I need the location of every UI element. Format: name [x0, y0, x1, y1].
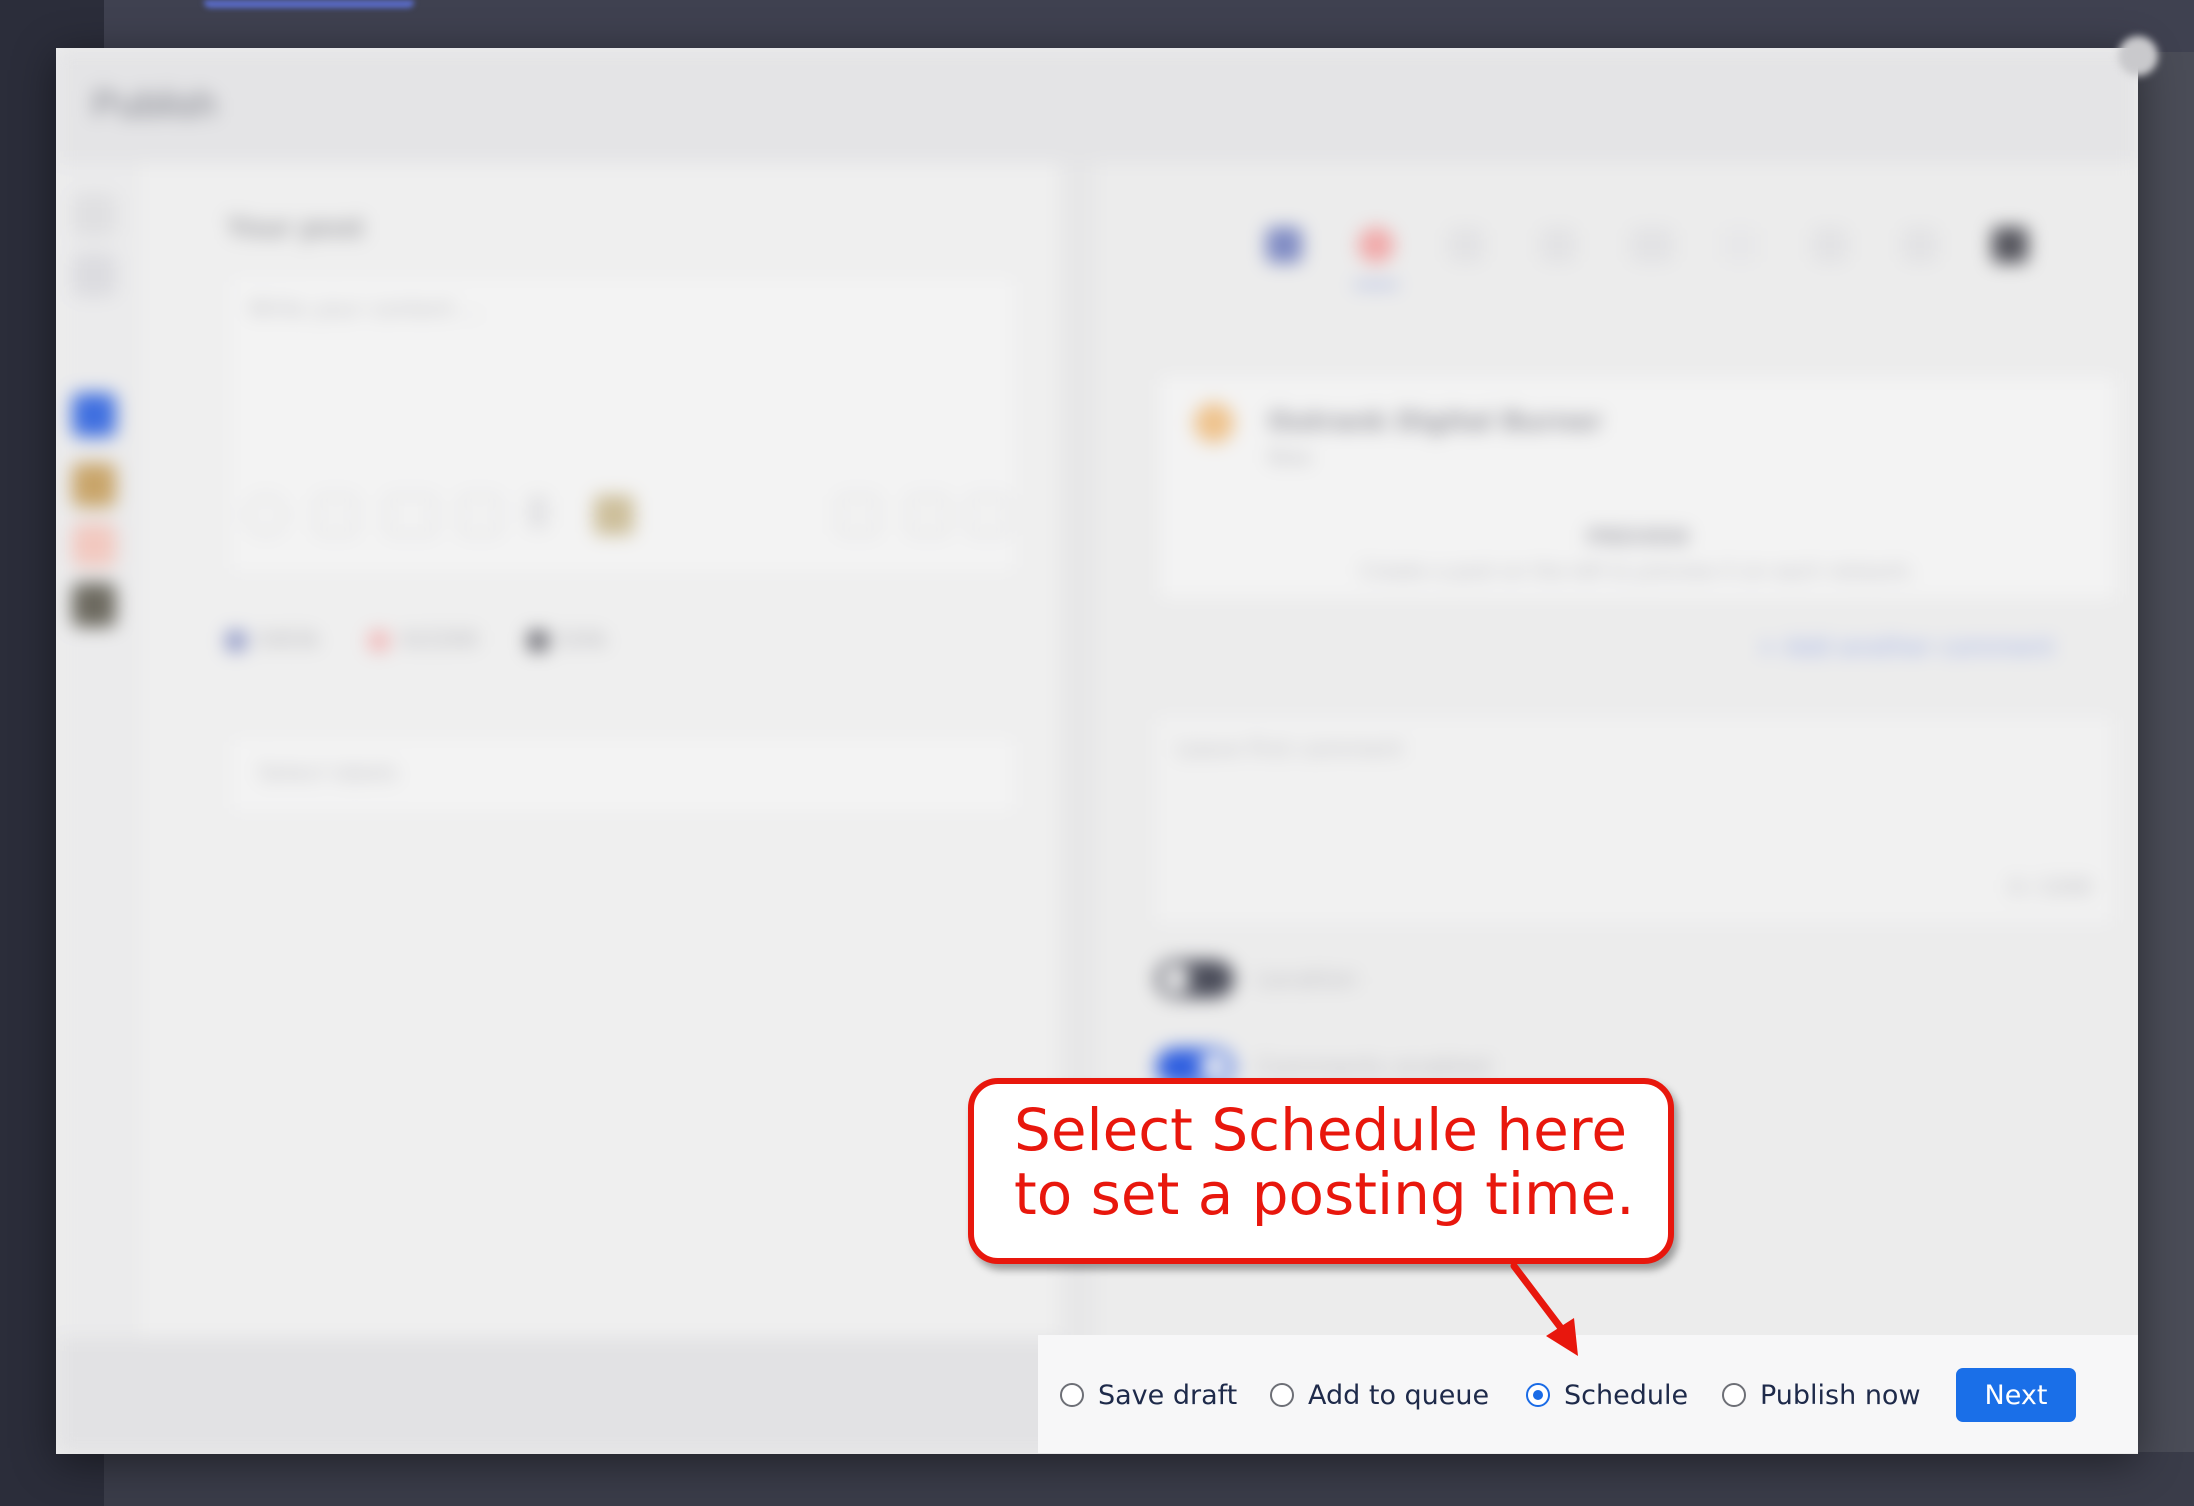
location-label: Location [1256, 965, 1358, 993]
comments-enabled-label: Comments enabled [1256, 1053, 1491, 1081]
editor-placeholder: Write your content ... [248, 297, 482, 322]
account-rail [56, 163, 136, 1354]
filter-icon[interactable] [72, 253, 116, 297]
post-editor-panel: Your post Write your content ... 0/63k 0… [136, 163, 1060, 1354]
add-to-queue-option[interactable]: Add to queue [1270, 1375, 1489, 1415]
first-comment-input[interactable]: Leave first comment 0 / 2200 [1152, 713, 2116, 927]
annotation-callout: Select Schedule here to set a posting ti… [968, 1078, 1674, 1264]
account-name: Outrank Digital Burner [1268, 407, 1603, 437]
footer-left-area [56, 1338, 1060, 1454]
save-draft-label: Save draft [1098, 1379, 1238, 1411]
add-to-queue-label: Add to queue [1308, 1379, 1490, 1411]
comment-count: 0 / 2200 [2008, 875, 2092, 899]
post-preview-card: Outrank Digital Burner Now PREVIEW Creat… [1156, 373, 2120, 602]
text-format-icon[interactable] [528, 495, 548, 529]
next-button[interactable]: Next [1956, 1368, 2076, 1422]
schedule-radio[interactable] [1526, 1383, 1550, 1407]
save-draft-option[interactable]: Save draft [1060, 1375, 1237, 1415]
save-draft-radio[interactable] [1060, 1383, 1084, 1407]
tiktok-tab-icon[interactable] [1992, 227, 2028, 263]
emoji-icon[interactable] [246, 495, 286, 535]
expand-icon[interactable] [968, 495, 1008, 535]
account-avatar[interactable] [72, 393, 116, 437]
facebook-count: 0/63k [258, 628, 321, 653]
linkedin-tab-icon[interactable] [1722, 227, 1758, 263]
account-avatar[interactable] [72, 583, 116, 627]
copy-icon[interactable] [908, 495, 948, 535]
tiktok-count: 0/4k [559, 628, 608, 653]
twitter-tab-icon[interactable] [1540, 227, 1576, 263]
add-comment-link[interactable]: + Add another comment [1757, 633, 2054, 661]
labels-placeholder: Select labels [258, 761, 398, 786]
publish-now-label: Publish now [1760, 1379, 1921, 1411]
threads-tab-icon[interactable] [1902, 227, 1938, 263]
labels-select[interactable]: Select labels [226, 733, 1020, 817]
preview-text: Create a post on the left to preview it … [1360, 559, 1916, 583]
media-icon[interactable] [460, 495, 500, 535]
character-counts: 0/63k 0/2200 0/4k [226, 628, 650, 653]
schedule-label: Schedule [1564, 1379, 1689, 1411]
hashtag-icon[interactable] [316, 495, 356, 535]
comment-placeholder: Leave first comment [1176, 737, 1403, 762]
pinterest-tab-icon[interactable] [1358, 227, 1394, 263]
gif-icon[interactable] [386, 495, 436, 535]
app-topbar [104, 0, 2194, 52]
account-avatar[interactable] [72, 523, 116, 567]
account-avatar[interactable] [72, 463, 116, 507]
callout-text: Select Schedule here to set a posting ti… [1014, 1096, 1635, 1228]
account-subtitle: Now [1268, 445, 1312, 469]
topbar-active-indicator [204, 0, 414, 8]
account-avatar [1194, 403, 1234, 443]
modal-title: Publish [92, 84, 217, 126]
pen-icon[interactable] [838, 495, 878, 535]
app-bottom-area [104, 1452, 2194, 1506]
your-post-heading: Your post [226, 211, 364, 244]
google-tab-icon[interactable] [1812, 227, 1848, 263]
active-tab-indicator [1354, 283, 1398, 287]
tiktok-icon [527, 631, 548, 651]
facebook-tab-icon[interactable] [1266, 227, 1302, 263]
add-to-queue-radio[interactable] [1270, 1383, 1294, 1407]
publish-options-bar: Save draft Add to queue Schedule Publish… [1038, 1335, 2138, 1453]
publish-now-option[interactable]: Publish now [1722, 1375, 1921, 1415]
publish-now-radio[interactable] [1722, 1383, 1746, 1407]
preview-title: PREVIEW [1586, 525, 1690, 549]
modal-header: Publish [56, 48, 2138, 163]
facebook-icon [226, 631, 246, 651]
location-toggle[interactable] [1156, 960, 1234, 998]
image-library-icon[interactable] [594, 495, 634, 535]
pinterest-icon [369, 631, 390, 651]
close-icon[interactable] [2118, 36, 2158, 76]
schedule-option[interactable]: Schedule [1526, 1375, 1688, 1415]
instagram-tab-icon[interactable] [1448, 227, 1484, 263]
youtube-tab-icon[interactable] [1630, 227, 1674, 263]
collapse-icon[interactable] [72, 193, 116, 237]
post-content-editor[interactable]: Write your content ... [226, 273, 1020, 577]
pinterest-count: 0/2200 [401, 628, 479, 653]
